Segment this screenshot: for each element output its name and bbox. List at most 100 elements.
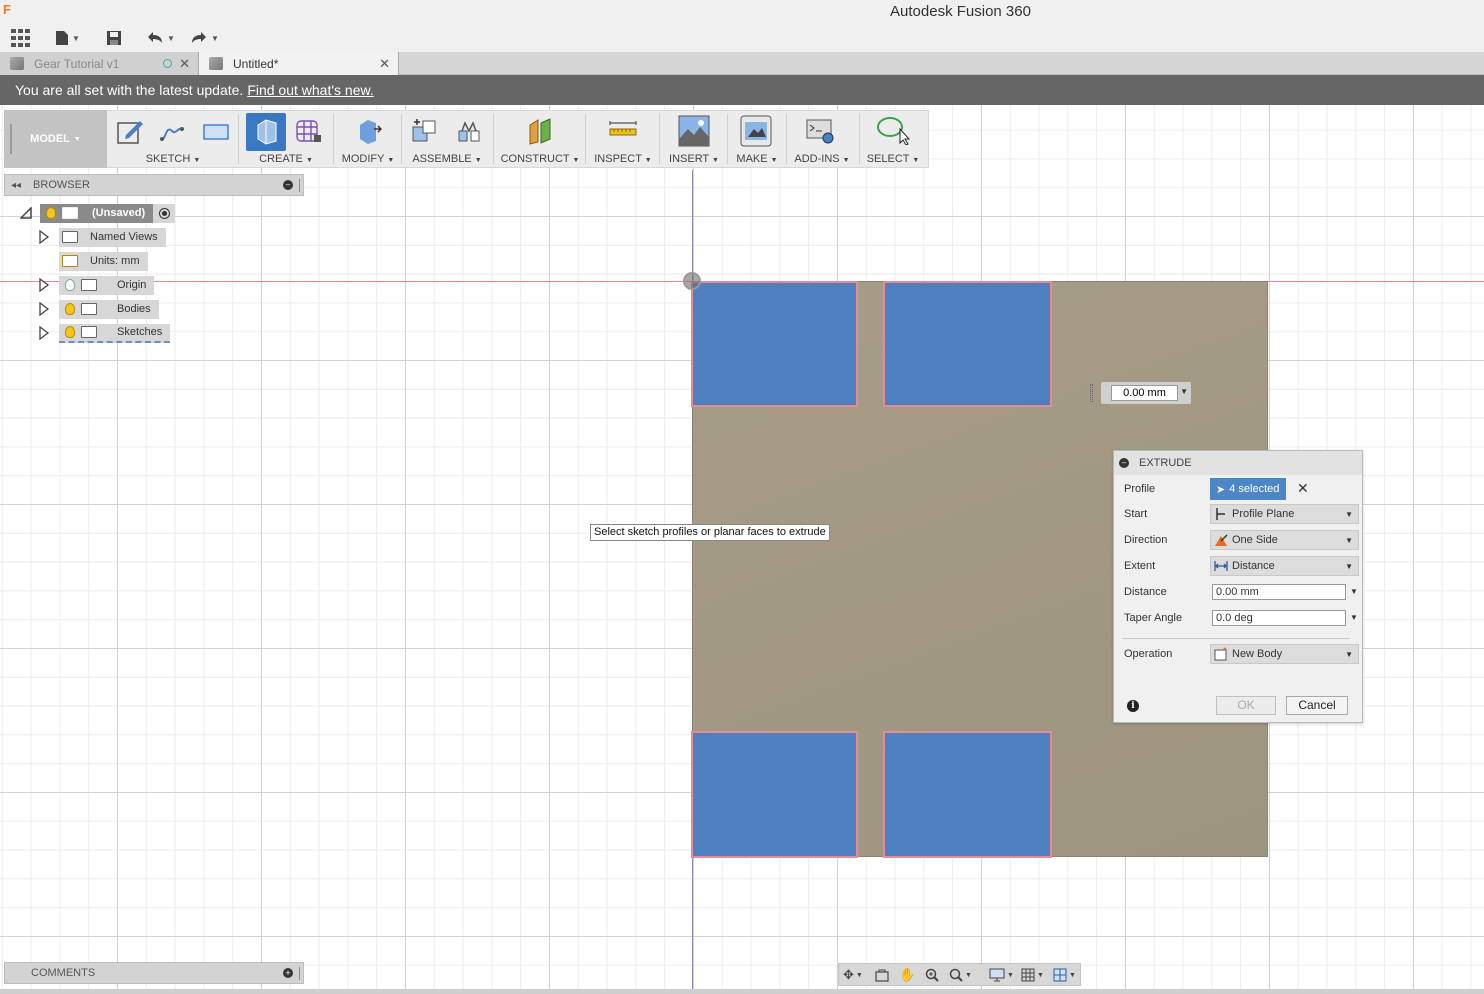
extent-dropdown[interactable]: Distance ▼: [1210, 556, 1359, 576]
distance-manipulator-input[interactable]: [1111, 385, 1178, 401]
cancel-button[interactable]: Cancel: [1286, 696, 1348, 715]
expand-triangle-icon[interactable]: [38, 278, 50, 292]
browser-item-bodies[interactable]: Bodies: [38, 299, 159, 319]
distance-input[interactable]: 0.00 mm: [1212, 584, 1346, 600]
browser-item-sketches[interactable]: Sketches: [38, 323, 171, 343]
display-settings-icon[interactable]: ▼: [989, 968, 1014, 982]
dialog-divider: [1122, 638, 1350, 639]
browser-root-item[interactable]: (Unsaved): [20, 203, 176, 223]
chevron-down-icon[interactable]: ▼: [1350, 587, 1358, 596]
orbit-icon[interactable]: ✥ ▼: [843, 967, 863, 982]
ribbon-group-modify[interactable]: MODIFY ▼: [338, 110, 398, 168]
sketch-profile-bottom-left[interactable]: [691, 731, 858, 858]
save-icon[interactable]: [106, 28, 122, 48]
ribbon-group-construct[interactable]: CONSTRUCT ▼: [498, 110, 582, 168]
expand-triangle-icon[interactable]: [38, 302, 50, 316]
3d-print-icon[interactable]: [740, 115, 772, 147]
add-comment-icon[interactable]: +: [283, 968, 293, 978]
fit-icon[interactable]: ▼: [949, 968, 972, 982]
look-at-icon[interactable]: [875, 968, 889, 982]
pan-icon[interactable]: ✋: [899, 967, 915, 982]
expand-triangle-icon[interactable]: [38, 326, 50, 340]
create-sketch-icon[interactable]: [116, 117, 144, 145]
rectangle-icon[interactable]: [202, 117, 230, 145]
ribbon-group-add-ins[interactable]: ADD-INS ▼: [790, 110, 854, 168]
tab-gear-tutorial[interactable]: Gear Tutorial v1 ✕: [0, 52, 199, 75]
undo-icon[interactable]: ▼: [146, 28, 175, 48]
chevron-down-icon: ▼: [1345, 536, 1353, 545]
origin-point-icon[interactable]: [683, 272, 701, 290]
ribbon-group-make[interactable]: MAKE ▼: [732, 110, 782, 168]
info-icon[interactable]: i: [1127, 700, 1139, 712]
browser-panel-header[interactable]: ◂◂ BROWSER –: [4, 174, 304, 196]
ribbon-group-select[interactable]: SELECT ▼: [862, 110, 924, 168]
activate-radio-icon[interactable]: [153, 203, 176, 223]
visibility-bulb-off-icon[interactable]: [65, 279, 75, 291]
browser-item-named-views[interactable]: Named Views: [38, 227, 166, 247]
start-dropdown[interactable]: Profile Plane ▼: [1210, 504, 1359, 524]
navigation-bar: ✥ ▼ ✋ ▼ ▼ ▼ ▼: [838, 963, 1081, 986]
new-component-icon[interactable]: [411, 117, 439, 145]
collapse-panel-icon[interactable]: ◂◂: [11, 180, 21, 191]
group-label: ASSEMBLE: [412, 153, 472, 165]
expand-triangle-icon[interactable]: [38, 230, 50, 244]
redo-icon[interactable]: ▼: [190, 28, 219, 48]
ribbon-group-assemble[interactable]: ASSEMBLE ▼: [405, 110, 489, 168]
ribbon-group-inspect[interactable]: INSPECT ▼: [590, 110, 656, 168]
close-tab-icon[interactable]: ✕: [179, 56, 190, 72]
minimize-dialog-icon[interactable]: –: [1119, 458, 1129, 468]
file-icon[interactable]: ▼: [55, 28, 80, 48]
press-pull-icon[interactable]: [354, 117, 382, 145]
minimize-panel-icon[interactable]: –: [283, 180, 293, 190]
panel-pin-icon[interactable]: [299, 179, 300, 192]
visibility-bulb-icon[interactable]: [46, 207, 56, 219]
select-lasso-icon[interactable]: [876, 115, 910, 145]
workspace-switcher[interactable]: MODEL ▼: [4, 110, 107, 168]
clear-selection-icon[interactable]: ✕: [1297, 480, 1309, 497]
selection-tooltip: Select sketch profiles or planar faces t…: [590, 524, 830, 541]
form-icon[interactable]: [294, 117, 322, 145]
ribbon-group-sketch[interactable]: SKETCH ▼: [112, 110, 234, 168]
ok-button[interactable]: OK: [1216, 696, 1276, 715]
panel-pin-icon[interactable]: [299, 967, 300, 980]
taper-angle-input[interactable]: 0.0 deg: [1212, 610, 1346, 626]
browser-item-origin[interactable]: Origin: [38, 275, 155, 295]
new-body-icon: [1214, 647, 1227, 661]
sketch-profile-bottom-right[interactable]: [883, 731, 1052, 858]
browser-item-units[interactable]: Units: mm: [59, 251, 148, 271]
group-label: CONSTRUCT: [500, 153, 570, 165]
sketch-profile-top-left[interactable]: [691, 281, 858, 407]
direction-dropdown[interactable]: One Side ▼: [1210, 530, 1359, 550]
tab-untitled[interactable]: Untitled* ✕: [199, 52, 399, 75]
profile-selection-button[interactable]: ➤ 4 selected: [1210, 478, 1286, 500]
operation-dropdown[interactable]: New Body ▼: [1210, 644, 1359, 664]
extent-label: Extent: [1124, 560, 1156, 572]
close-tab-icon[interactable]: ✕: [379, 56, 390, 72]
grid-settings-icon[interactable]: ▼: [1021, 968, 1044, 982]
chevron-down-icon[interactable]: ▼: [1350, 613, 1358, 622]
collapse-triangle-icon[interactable]: [20, 207, 32, 219]
visibility-bulb-icon[interactable]: [65, 326, 75, 338]
sketch-profile-top-right[interactable]: [883, 281, 1052, 407]
joint-icon[interactable]: [455, 117, 483, 145]
zoom-icon[interactable]: [925, 968, 939, 982]
manipulator-grip-icon[interactable]: [1090, 384, 1093, 402]
ribbon-divider: [659, 114, 660, 164]
measure-icon[interactable]: [609, 117, 637, 145]
viewports-icon[interactable]: ▼: [1053, 968, 1076, 982]
apps-grid-icon[interactable]: [11, 28, 30, 48]
line-icon[interactable]: [158, 117, 186, 145]
extrude-icon[interactable]: [252, 117, 280, 145]
dialog-header[interactable]: – EXTRUDE: [1114, 451, 1362, 475]
cursor-arrow-icon: ➤: [1216, 483, 1226, 496]
visibility-bulb-icon[interactable]: [65, 303, 75, 315]
comments-panel-header[interactable]: COMMENTS +: [4, 962, 304, 984]
scripts-addins-icon[interactable]: [806, 117, 834, 145]
ribbon-group-insert[interactable]: INSERT ▼: [664, 110, 724, 168]
insert-image-icon[interactable]: [678, 115, 710, 147]
offset-plane-icon[interactable]: [526, 117, 554, 145]
group-label: INSERT: [669, 153, 709, 165]
chevron-down-icon[interactable]: ▼: [1180, 387, 1188, 396]
ribbon-group-create[interactable]: CREATE ▼: [242, 110, 330, 168]
whats-new-link[interactable]: Find out what's new.: [247, 82, 373, 98]
